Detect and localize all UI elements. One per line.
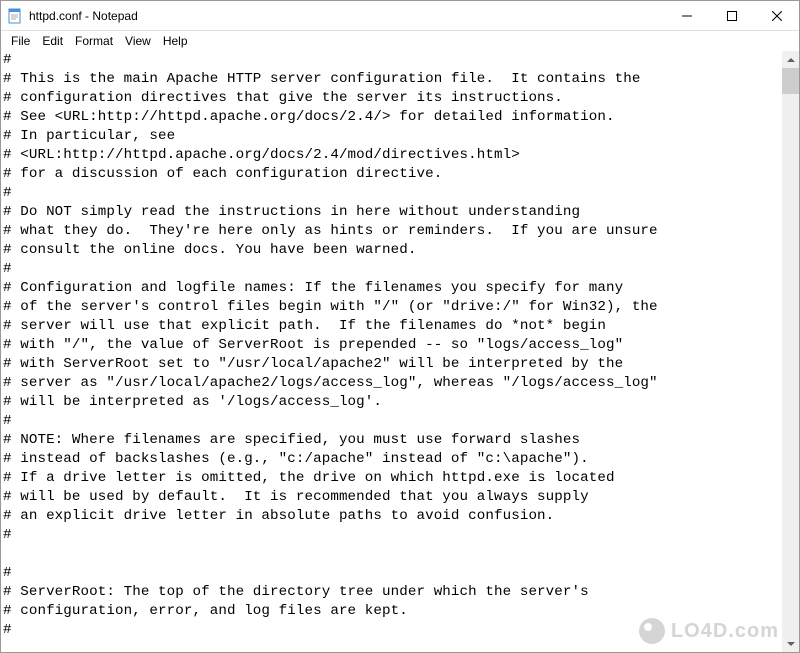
menu-view[interactable]: View [119,33,157,49]
scroll-down-icon[interactable] [782,635,799,652]
scroll-track[interactable] [782,68,799,635]
notepad-icon [7,8,23,24]
maximize-button[interactable] [709,1,754,30]
editor-text[interactable]: # # This is the main Apache HTTP server … [1,51,782,652]
close-button[interactable] [754,1,799,30]
window-controls [664,1,799,30]
vertical-scrollbar[interactable] [782,51,799,652]
menu-format[interactable]: Format [69,33,119,49]
content-area: # # This is the main Apache HTTP server … [1,51,799,652]
menu-file[interactable]: File [5,33,36,49]
scroll-thumb[interactable] [782,68,799,94]
menubar: File Edit Format View Help [1,31,799,51]
window-title: httpd.conf - Notepad [29,9,664,23]
titlebar[interactable]: httpd.conf - Notepad [1,1,799,31]
menu-edit[interactable]: Edit [36,33,69,49]
menu-help[interactable]: Help [157,33,194,49]
scroll-up-icon[interactable] [782,51,799,68]
minimize-button[interactable] [664,1,709,30]
